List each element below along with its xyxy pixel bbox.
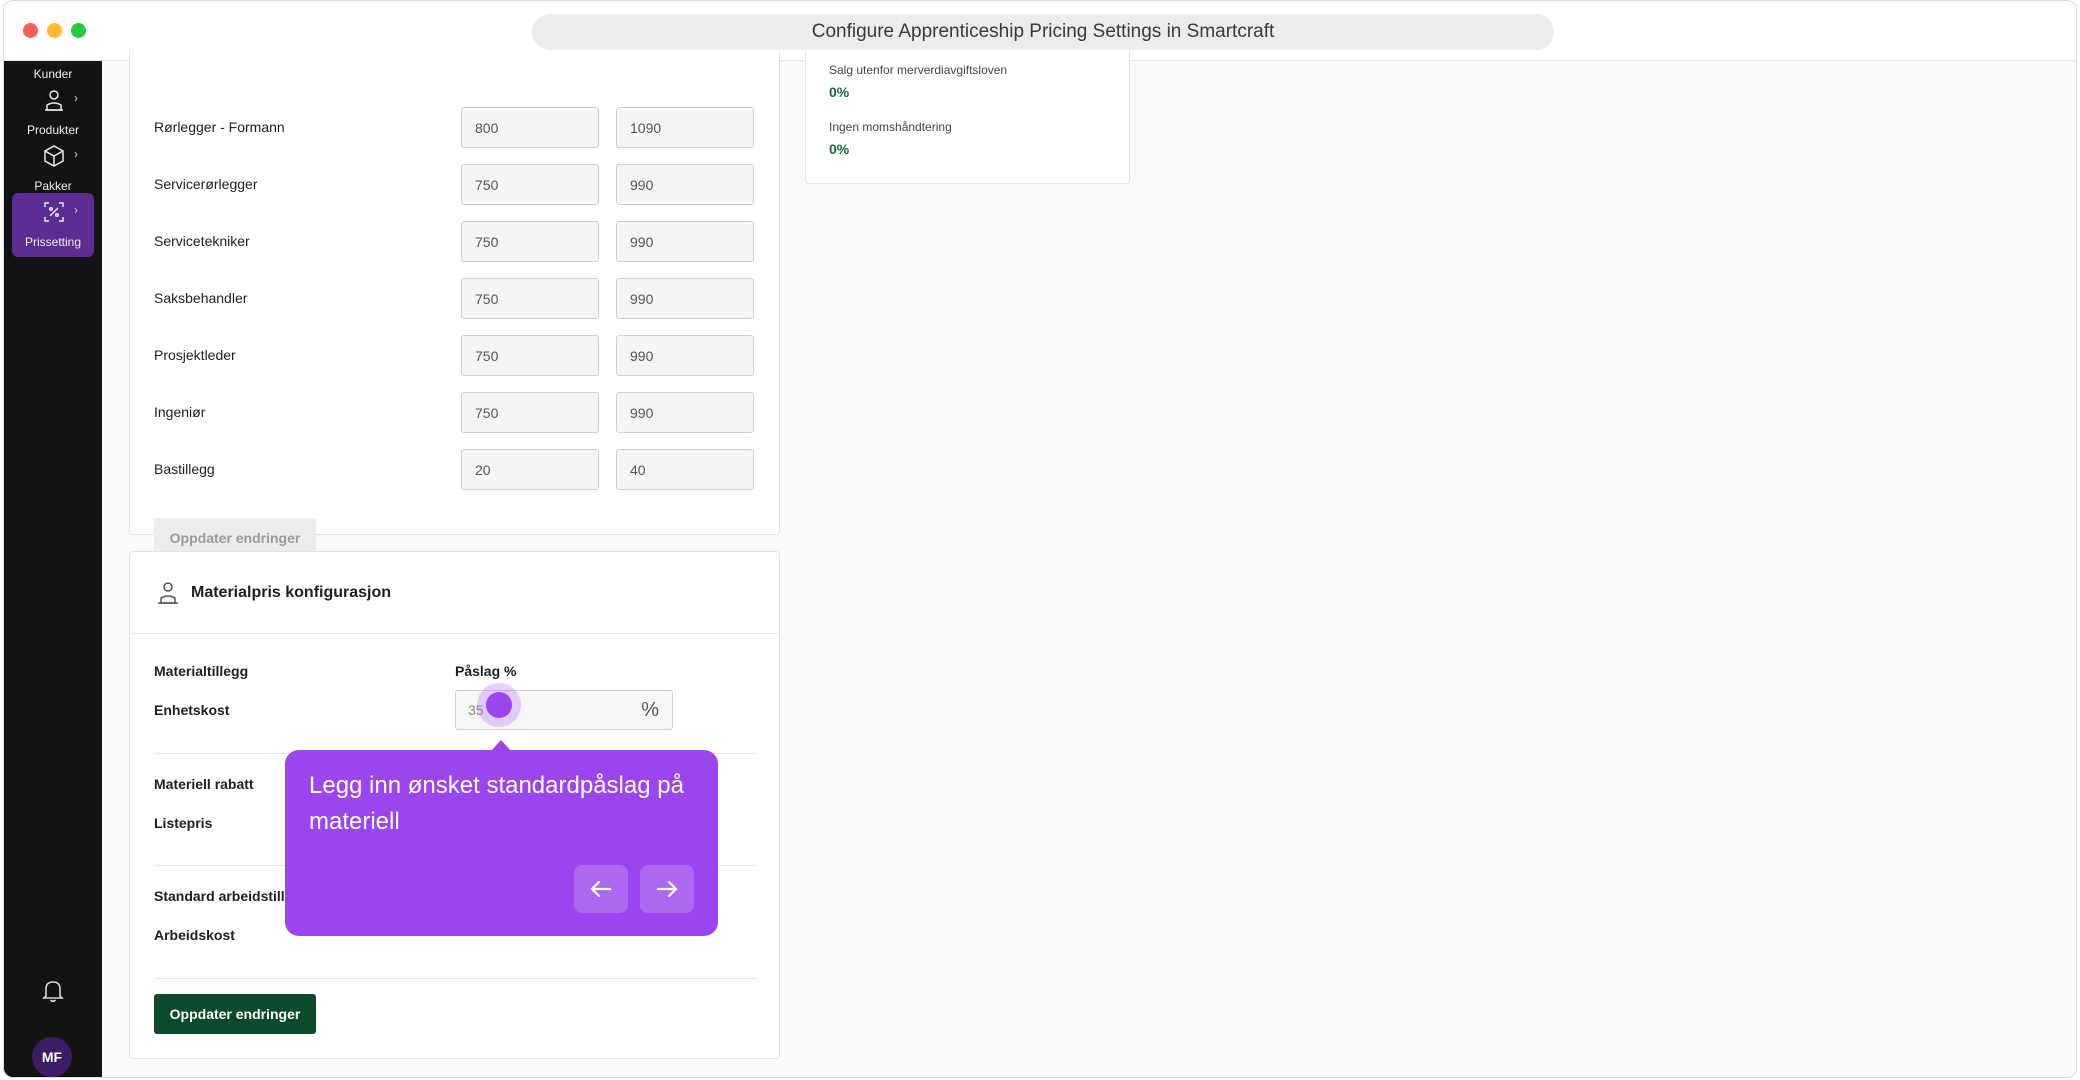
tour-previous-button[interactable]	[574, 865, 628, 913]
product-person-icon	[158, 582, 178, 604]
rate-row: Saksbehandler 750 990	[154, 278, 764, 319]
rate-label: Servicetekniker	[154, 233, 250, 249]
vat-value: 0%	[829, 141, 850, 157]
divider	[154, 978, 757, 979]
paslag-header: Påslag %	[455, 663, 517, 679]
pricing-icon	[44, 202, 64, 222]
rate-price-input[interactable]: 990	[616, 278, 754, 319]
bell-icon[interactable]	[42, 979, 64, 1003]
arrow-right-icon	[656, 880, 678, 898]
rate-cost-input[interactable]: 750	[461, 221, 599, 262]
tour-tooltip-text: Legg inn ønsket standardpåslag på materi…	[309, 772, 684, 835]
update-material-button[interactable]: Oppdater endringer	[154, 994, 316, 1034]
sidebar-item-label: Pakker	[34, 179, 72, 193]
close-window-button[interactable]	[23, 23, 38, 38]
rate-price-input[interactable]: 990	[616, 392, 754, 433]
vat-card: Salg utenfor merverdiavgiftsloven 0% Ing…	[805, 51, 1130, 184]
rate-cost-input[interactable]: 750	[461, 335, 599, 376]
rate-row: Servicetekniker 750 990	[154, 221, 764, 262]
rate-row: Servicerørlegger 750 990	[154, 164, 764, 205]
tour-tooltip: Legg inn ønsket standardpåslag på materi…	[285, 750, 718, 936]
sidebar-item-label: Produkter	[26, 123, 80, 137]
window-title: Configure Apprenticeship Pricing Setting…	[811, 21, 1275, 42]
rate-price-input[interactable]: 990	[616, 164, 754, 205]
rate-cost-input[interactable]: 750	[461, 392, 599, 433]
vat-label: Ingen momshåndtering	[829, 120, 952, 134]
rate-cost-input[interactable]: 750	[461, 278, 599, 319]
enhetskost-label: Enhetskost	[154, 702, 230, 718]
rate-row: Rørlegger - Formann 800 1090	[154, 107, 764, 148]
rate-price-input[interactable]: 990	[616, 221, 754, 262]
sidebar: Kunder › Produkter › Pakker › Prissettin…	[4, 61, 102, 1077]
maximize-window-button[interactable]	[71, 23, 86, 38]
address-bar[interactable]: Configure Apprenticeship Pricing Setting…	[532, 14, 1554, 50]
rate-cost-input[interactable]: 750	[461, 164, 599, 205]
rate-row: Bastillegg 20 40	[154, 449, 764, 490]
rate-cost-input[interactable]: 800	[461, 107, 599, 148]
rate-label: Ingeniør	[154, 404, 206, 420]
chevron-right-icon: ›	[74, 91, 78, 105]
avatar[interactable]: MF	[32, 1037, 72, 1077]
sidebar-item-label: Prissetting	[24, 235, 82, 249]
sidebar-item-pakker[interactable]: › Pakker	[12, 137, 94, 201]
package-icon	[44, 145, 64, 167]
vat-value: 0%	[829, 84, 850, 100]
rate-row: Prosjektleder 750 990	[154, 335, 764, 376]
rate-price-input[interactable]: 40	[616, 449, 754, 490]
rate-price-input[interactable]: 1090	[616, 107, 754, 148]
chevron-right-icon: ›	[74, 203, 78, 217]
hourly-rates-card: Rørlegger - Formann 800 1090 Servicerørl…	[129, 51, 780, 558]
listepris-label: Listepris	[154, 815, 213, 831]
sidebar-item-prissetting[interactable]: › Prissetting	[12, 193, 94, 257]
chevron-right-icon: ›	[74, 147, 78, 161]
arbeidskost-label: Arbeidskost	[154, 927, 235, 943]
product-person-icon	[45, 90, 63, 111]
rate-label: Prosjektleder	[154, 347, 236, 363]
tour-hotspot[interactable]	[486, 692, 512, 718]
materiell-rabatt-label: Materiell rabatt	[154, 776, 254, 792]
rate-label: Rørlegger - Formann	[154, 119, 285, 135]
rate-row: Ingeniør 750 990	[154, 392, 764, 433]
arrow-left-icon	[590, 880, 612, 898]
sidebar-item-produkter[interactable]: › Produkter	[12, 81, 94, 145]
rate-price-input[interactable]: 990	[616, 335, 754, 376]
rate-cost-input[interactable]: 20	[461, 449, 599, 490]
material-card-header: Materialpris konfigurasjon	[130, 552, 779, 634]
vat-label: Salg utenfor merverdiavgiftsloven	[829, 63, 1008, 77]
rate-label: Bastillegg	[154, 461, 215, 477]
rate-label: Saksbehandler	[154, 290, 248, 306]
tour-next-button[interactable]	[640, 865, 694, 913]
materialtillegg-label: Materialtillegg	[154, 663, 249, 679]
rate-label: Servicerørlegger	[154, 176, 258, 192]
material-card-title: Materialpris konfigurasjon	[191, 584, 392, 601]
sidebar-item-kunder[interactable]: Kunder	[4, 67, 102, 81]
standard-arbeid-label: Standard arbeidstille	[154, 888, 293, 904]
minimize-window-button[interactable]	[47, 23, 62, 38]
percent-suffix: %	[641, 699, 659, 721]
